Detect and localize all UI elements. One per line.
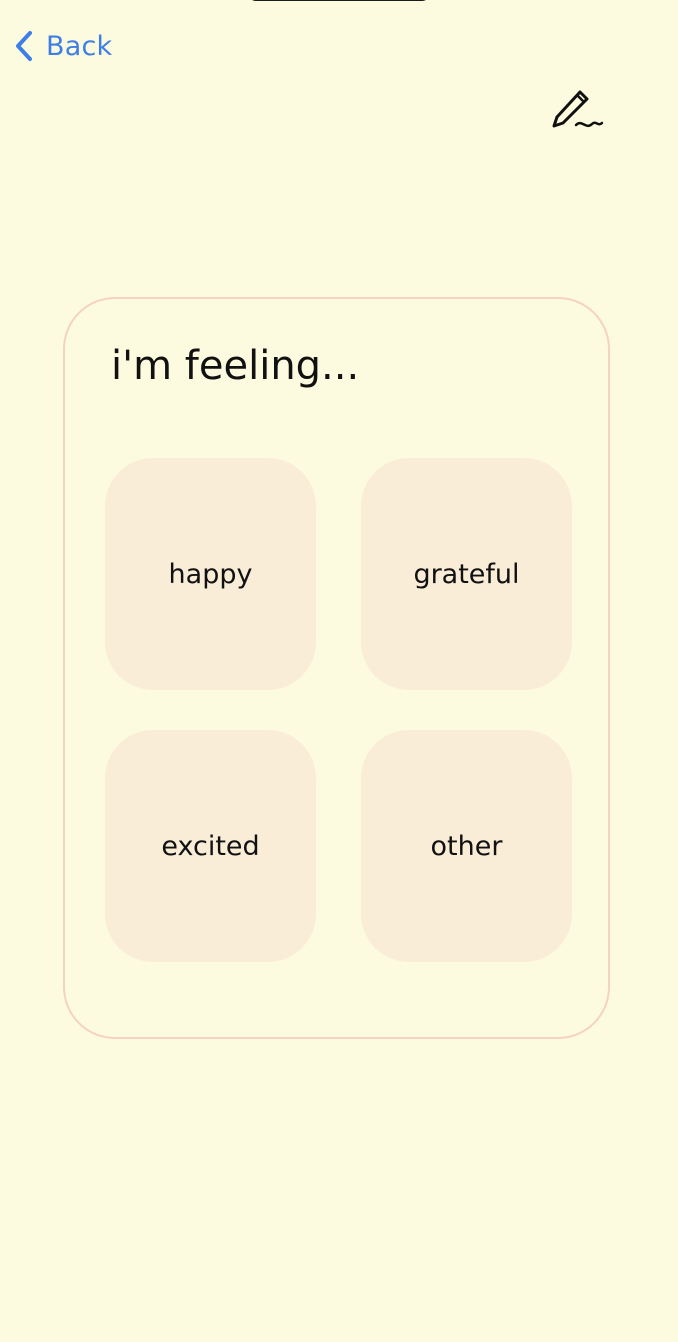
- option-happy[interactable]: happy: [105, 458, 316, 690]
- feeling-prompt: i'm feeling...: [111, 343, 360, 389]
- pen-signature-icon: [552, 90, 604, 128]
- option-other[interactable]: other: [361, 730, 572, 962]
- back-button[interactable]: Back: [12, 26, 112, 66]
- feeling-card: i'm feeling... happy grateful excited ot…: [63, 297, 610, 1039]
- chevron-left-icon: [16, 31, 32, 61]
- option-label: happy: [168, 558, 253, 590]
- option-label: grateful: [413, 558, 520, 590]
- option-grateful[interactable]: grateful: [361, 458, 572, 690]
- option-label: other: [430, 830, 503, 862]
- back-label: Back: [46, 30, 113, 62]
- option-label: excited: [161, 830, 260, 862]
- option-excited[interactable]: excited: [105, 730, 316, 962]
- edit-button[interactable]: [546, 82, 608, 138]
- device-notch: [248, 0, 430, 1]
